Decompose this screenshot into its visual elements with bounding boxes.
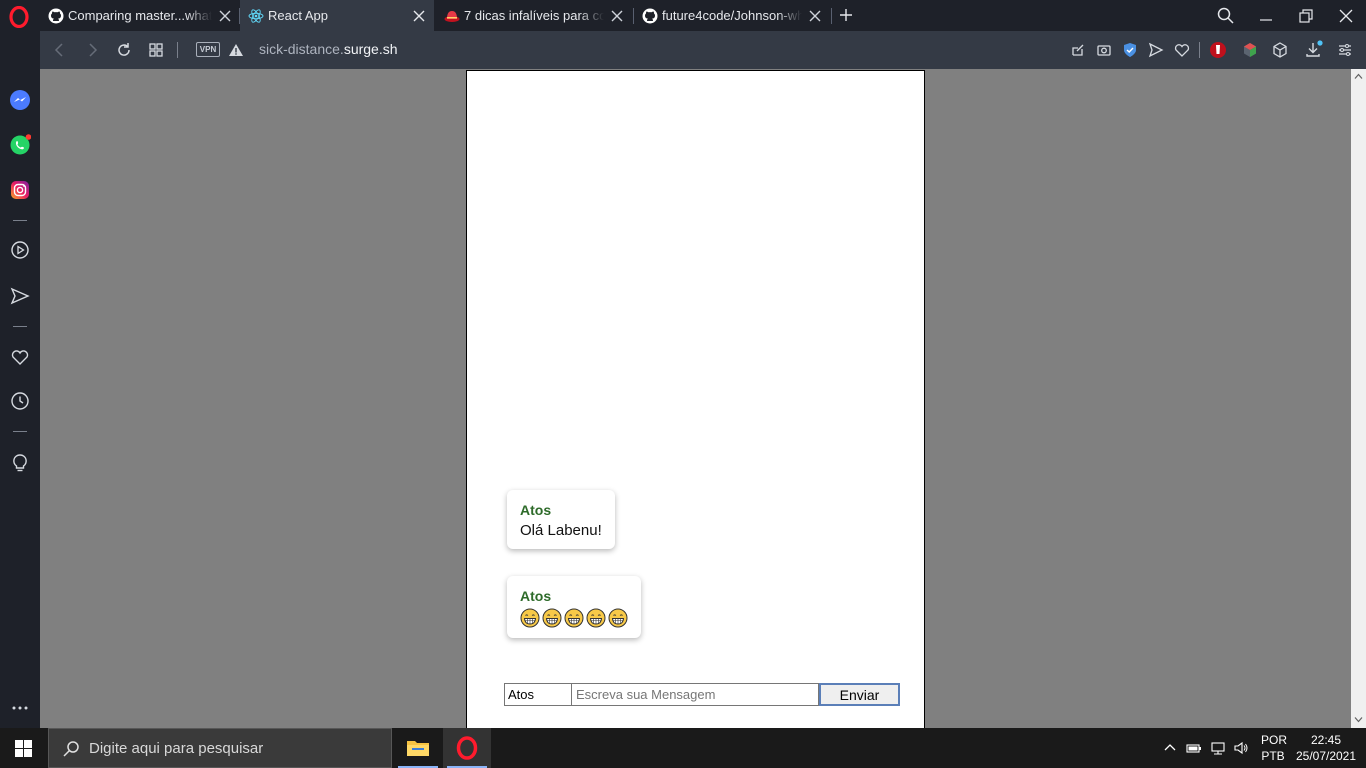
- extension-red-icon[interactable]: [1208, 40, 1228, 60]
- url-text[interactable]: sick-distance.surge.sh: [259, 41, 398, 57]
- message-author: Atos: [520, 502, 552, 518]
- message-text: Olá Labenu!: [520, 522, 602, 539]
- taskbar-search[interactable]: Digite aqui para pesquisar: [48, 728, 392, 768]
- tray-chevron-up-icon[interactable]: [1162, 740, 1178, 756]
- vpn-badge[interactable]: VPN: [196, 42, 220, 57]
- chat-app: Atos Olá Labenu! Atos Enviar: [466, 70, 925, 728]
- address-bar: VPN sick-distance.surge.sh: [40, 31, 1366, 69]
- minimize-icon[interactable]: [1254, 4, 1278, 28]
- windows-start-icon[interactable]: [15, 740, 32, 757]
- speed-dial-icon[interactable]: [146, 40, 166, 60]
- send-flow-icon[interactable]: [9, 285, 31, 307]
- page-scrollbar[interactable]: [1351, 69, 1366, 728]
- taskbar-opera[interactable]: [443, 728, 491, 768]
- tab-bar: Comparing master...whatslab React App 7 …: [0, 0, 1366, 31]
- reload-icon[interactable]: [114, 40, 134, 60]
- tab-dicas[interactable]: 7 dicas infalíveis para comprar: [436, 0, 632, 31]
- message-form: Enviar: [504, 683, 900, 706]
- close-tab-icon[interactable]: [218, 9, 232, 23]
- windows-taskbar: Digite aqui para pesquisar POR PTB 22:45…: [0, 728, 1366, 768]
- sidebar: [0, 31, 40, 728]
- lightbulb-icon[interactable]: [9, 452, 31, 474]
- github-icon: [48, 8, 64, 23]
- warning-icon[interactable]: [226, 40, 246, 60]
- close-window-icon[interactable]: [1334, 4, 1358, 28]
- bookmarks-heart-icon[interactable]: [9, 346, 31, 368]
- grinning-face-icon: [520, 608, 540, 628]
- message-bubble: Atos Olá Labenu!: [507, 490, 615, 549]
- forward-icon[interactable]: [82, 40, 102, 60]
- opera-icon: [456, 736, 478, 760]
- search-icon: [63, 741, 79, 757]
- hat-icon: [444, 10, 460, 22]
- volume-icon[interactable]: [1233, 740, 1249, 756]
- message-emojis: [520, 608, 628, 628]
- extension-cube-icon[interactable]: [1240, 40, 1260, 60]
- opera-menu-icon[interactable]: [8, 6, 30, 28]
- send-icon[interactable]: [1146, 40, 1166, 60]
- taskbar-clock[interactable]: 22:45 25/07/2021: [1294, 732, 1358, 764]
- heart-icon[interactable]: [1172, 40, 1192, 60]
- close-tab-icon[interactable]: [412, 9, 426, 23]
- scroll-up-icon[interactable]: [1354, 72, 1363, 81]
- search-tabs-icon[interactable]: [1214, 4, 1238, 28]
- search-placeholder: Digite aqui para pesquisar: [89, 740, 264, 757]
- easy-setup-icon[interactable]: [1335, 40, 1355, 60]
- message-author: Atos: [520, 588, 552, 604]
- grinning-face-icon: [564, 608, 584, 628]
- extensions-icon[interactable]: [1270, 40, 1290, 60]
- tab-title: 7 dicas infalíveis para comprar: [464, 8, 604, 23]
- player-icon[interactable]: [9, 239, 31, 261]
- react-icon: [248, 8, 264, 23]
- close-tab-icon[interactable]: [610, 9, 624, 23]
- new-tab-icon[interactable]: [838, 7, 854, 23]
- grinning-face-icon: [608, 608, 628, 628]
- grinning-face-icon: [586, 608, 606, 628]
- user-name-input[interactable]: [504, 683, 572, 706]
- snapshot-icon[interactable]: [1094, 40, 1114, 60]
- close-tab-icon[interactable]: [808, 9, 822, 23]
- downloads-icon[interactable]: [1303, 40, 1323, 60]
- page-viewport: Atos Olá Labenu! Atos Enviar: [40, 69, 1351, 728]
- tab-react-app[interactable]: React App: [240, 0, 434, 31]
- input-language[interactable]: POR PTB: [1261, 732, 1287, 764]
- message-bubble: Atos: [507, 576, 641, 638]
- github-icon: [642, 8, 658, 23]
- tab-comparing[interactable]: Comparing master...whatslab: [40, 0, 240, 31]
- scroll-down-icon[interactable]: [1354, 715, 1363, 724]
- history-clock-icon[interactable]: [9, 390, 31, 412]
- back-icon[interactable]: [50, 40, 70, 60]
- folder-icon: [407, 741, 429, 756]
- restore-icon[interactable]: [1294, 4, 1318, 28]
- grinning-face-icon: [542, 608, 562, 628]
- instagram-icon[interactable]: [9, 179, 31, 201]
- edit-share-icon[interactable]: [1068, 40, 1088, 60]
- whatsapp-icon[interactable]: [9, 134, 31, 156]
- send-button[interactable]: Enviar: [819, 683, 900, 706]
- battery-icon[interactable]: [1186, 740, 1202, 756]
- messenger-icon[interactable]: [9, 89, 31, 111]
- more-icon[interactable]: [9, 697, 31, 719]
- adblock-shield-icon[interactable]: [1120, 40, 1140, 60]
- network-icon[interactable]: [1210, 740, 1226, 756]
- tab-title: Comparing master...whatslab: [68, 8, 212, 23]
- tab-title: React App: [268, 8, 328, 23]
- tab-future4code[interactable]: future4code/Johnson-whatslab: [634, 0, 830, 31]
- taskbar-file-explorer[interactable]: [394, 728, 442, 768]
- message-input[interactable]: [572, 683, 819, 706]
- tab-title: future4code/Johnson-whatslab: [662, 8, 802, 23]
